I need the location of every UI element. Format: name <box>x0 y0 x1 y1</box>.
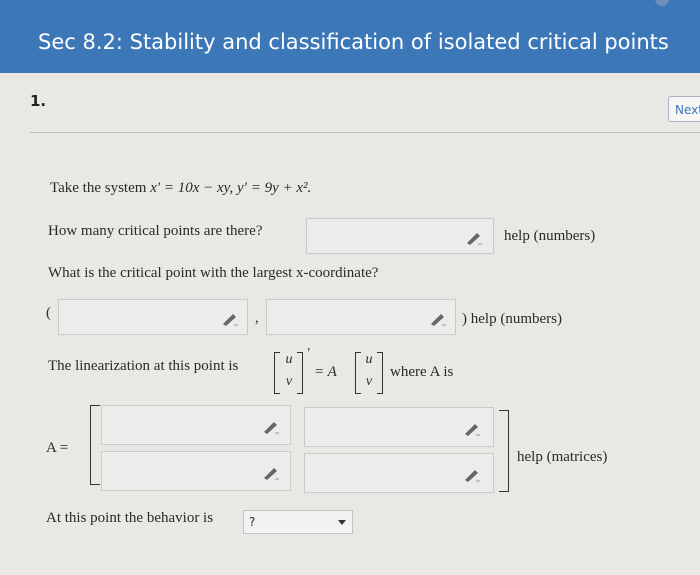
behavior-select[interactable]: ? <box>243 510 353 534</box>
behavior-selected-value: ? <box>249 515 256 529</box>
chevron-down-icon <box>338 520 346 525</box>
matrix-label: A = <box>46 440 69 456</box>
q1-prompt: How many critical points are there? <box>48 223 263 239</box>
system-prefix: Take the system <box>50 180 147 196</box>
window-control-icon[interactable] <box>655 0 669 6</box>
pencil-icon[interactable] <box>262 420 280 434</box>
pencil-icon[interactable] <box>463 422 481 436</box>
q2-prompt: What is the critical point with the larg… <box>48 265 379 281</box>
prime-mark: ′ <box>306 346 310 361</box>
vector-v: v <box>285 374 293 389</box>
open-paren: ( <box>46 305 51 321</box>
vector-bracket-right <box>377 352 383 394</box>
pencil-icon[interactable] <box>262 466 280 480</box>
vector-u: u <box>285 352 293 367</box>
matrix-a21-input[interactable] <box>101 451 291 491</box>
matrix-bracket-right <box>499 410 509 492</box>
q2-help-link[interactable]: ) help (numbers) <box>462 311 562 328</box>
pencil-icon[interactable] <box>465 231 483 245</box>
next-button[interactable]: Next <box>668 96 700 122</box>
system-statement: Take the system x′ = 10x − xy, y′ = 9y +… <box>50 180 311 197</box>
matrix-a22-input[interactable] <box>304 453 494 493</box>
vector-bracket-right <box>297 352 303 394</box>
page-header: Sec 8.2: Stability and classification of… <box>0 0 700 73</box>
linearization-prefix: The linearization at this point is <box>48 358 239 374</box>
divider <box>30 132 700 133</box>
vector-u: u <box>365 352 373 367</box>
pencil-icon[interactable] <box>429 312 447 326</box>
matrix-a11-input[interactable] <box>101 405 291 445</box>
comma: , <box>255 310 259 326</box>
vector-bracket-left <box>355 352 361 394</box>
matrix-help-link[interactable]: help (matrices) <box>517 449 607 466</box>
critical-point-y-input[interactable] <box>266 299 456 335</box>
critical-point-x-input[interactable] <box>58 299 248 335</box>
pencil-icon[interactable] <box>463 468 481 482</box>
q1-help-link[interactable]: help (numbers) <box>504 228 595 245</box>
behavior-prompt: At this point the behavior is <box>46 510 214 526</box>
system-equation: x′ = 10x − xy, y′ = 9y + x². <box>150 180 312 196</box>
pencil-icon[interactable] <box>221 312 239 326</box>
page-title: Sec 8.2: Stability and classification of… <box>38 30 669 54</box>
question-number: 1. <box>30 92 47 110</box>
matrix-bracket-left <box>90 405 100 485</box>
linearization-suffix: where A is <box>390 364 454 380</box>
critical-points-count-input[interactable] <box>306 218 494 254</box>
matrix-a12-input[interactable] <box>304 407 494 447</box>
equals-a: = A <box>314 364 337 380</box>
vector-bracket-left <box>274 352 280 394</box>
vector-v: v <box>365 374 373 389</box>
